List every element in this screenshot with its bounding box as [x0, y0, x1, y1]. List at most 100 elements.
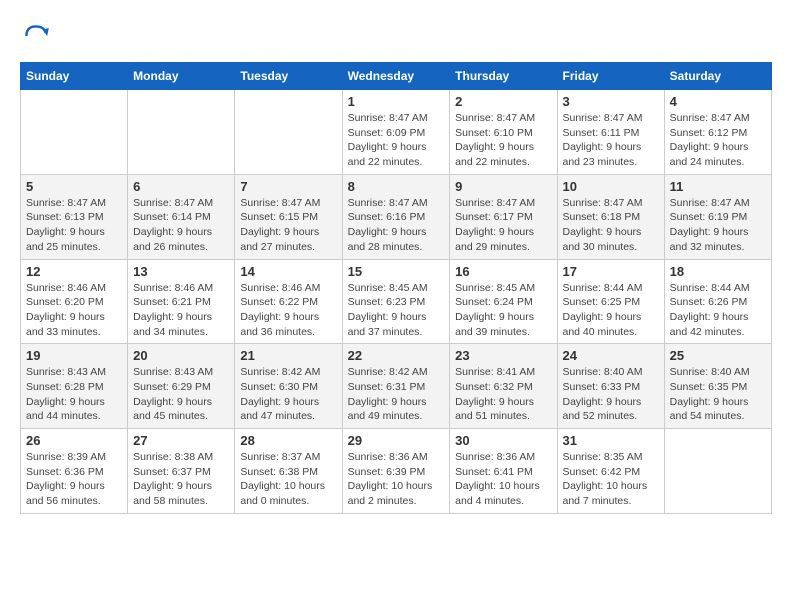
calendar-week-4: 19Sunrise: 8:43 AMSunset: 6:28 PMDayligh… — [21, 344, 772, 429]
col-friday: Friday — [557, 63, 664, 90]
calendar-cell: 25 Sunrise: 8:40 AMSunset: 6:35 PMDayligh… — [664, 344, 771, 429]
day-detail: Sunrise: 8:42 AMSunset: 6:30 PMDaylight:… — [240, 366, 320, 422]
calendar-body: 1Sunrise: 8:47 AMSunset: 6:09 PMDaylight… — [21, 90, 772, 514]
col-wednesday: Wednesday — [342, 63, 450, 90]
calendar-week-1: 1Sunrise: 8:47 AMSunset: 6:09 PMDaylight… — [21, 90, 772, 175]
day-detail: Sunrise: 8:38 AMSunset: 6:37 PMDaylight:… — [133, 451, 213, 507]
day-number: 1 — [348, 94, 445, 109]
calendar-cell: 2 Sunrise: 8:47 AMSunset: 6:10 PMDaylight… — [450, 90, 557, 175]
day-detail: Sunrise: 8:42 AMSunset: 6:31 PMDaylight:… — [348, 366, 428, 422]
calendar-cell: 20 Sunrise: 8:43 AMSunset: 6:29 PMDayligh… — [128, 344, 235, 429]
day-number: 13 — [133, 264, 229, 279]
day-number: 18 — [670, 264, 766, 279]
col-tuesday: Tuesday — [235, 63, 342, 90]
calendar-cell: 15Sunrise: 8:45 AMSunset: 6:23 PMDayligh… — [342, 259, 450, 344]
day-detail: Sunrise: 8:40 AMSunset: 6:35 PMDaylight:… — [670, 366, 750, 422]
col-thursday: Thursday — [450, 63, 557, 90]
calendar-cell: 24 Sunrise: 8:40 AMSunset: 6:33 PMDayligh… — [557, 344, 664, 429]
day-detail: Sunrise: 8:36 AMSunset: 6:39 PMDaylight:… — [348, 451, 433, 507]
calendar-cell: 22 Sunrise: 8:42 AMSunset: 6:31 PMDayligh… — [342, 344, 450, 429]
day-detail: Sunrise: 8:47 AMSunset: 6:14 PMDaylight:… — [133, 197, 213, 253]
calendar-week-2: 5 Sunrise: 8:47 AMSunset: 6:13 PMDaylight… — [21, 174, 772, 259]
day-number: 9 — [455, 179, 551, 194]
day-number: 6 — [133, 179, 229, 194]
day-detail: Sunrise: 8:35 AMSunset: 6:42 PMDaylight:… — [563, 451, 648, 507]
calendar-cell: 13 Sunrise: 8:46 AMSunset: 6:21 PMDayligh… — [128, 259, 235, 344]
day-detail: Sunrise: 8:39 AMSunset: 6:36 PMDaylight:… — [26, 451, 106, 507]
day-number: 27 — [133, 433, 229, 448]
calendar-cell — [21, 90, 128, 175]
calendar-cell — [235, 90, 342, 175]
calendar-cell — [128, 90, 235, 175]
day-detail: Sunrise: 8:46 AMSunset: 6:22 PMDaylight:… — [240, 282, 320, 338]
calendar-cell — [664, 429, 771, 514]
calendar-cell: 16 Sunrise: 8:45 AMSunset: 6:24 PMDayligh… — [450, 259, 557, 344]
calendar-week-5: 26 Sunrise: 8:39 AMSunset: 6:36 PMDayligh… — [21, 429, 772, 514]
day-number: 8 — [348, 179, 445, 194]
day-detail: Sunrise: 8:47 AMSunset: 6:13 PMDaylight:… — [26, 197, 106, 253]
day-number: 3 — [563, 94, 659, 109]
calendar-cell: 7Sunrise: 8:47 AMSunset: 6:15 PMDaylight… — [235, 174, 342, 259]
day-detail: Sunrise: 8:40 AMSunset: 6:33 PMDaylight:… — [563, 366, 643, 422]
calendar-cell: 4 Sunrise: 8:47 AMSunset: 6:12 PMDaylight… — [664, 90, 771, 175]
col-monday: Monday — [128, 63, 235, 90]
day-number: 25 — [670, 348, 766, 363]
day-number: 29 — [348, 433, 445, 448]
day-number: 10 — [563, 179, 659, 194]
day-detail: Sunrise: 8:47 AMSunset: 6:15 PMDaylight:… — [240, 197, 320, 253]
day-number: 5 — [26, 179, 122, 194]
day-number: 11 — [670, 179, 766, 194]
day-number: 20 — [133, 348, 229, 363]
logo — [20, 20, 56, 52]
calendar-cell: 9 Sunrise: 8:47 AMSunset: 6:17 PMDaylight… — [450, 174, 557, 259]
calendar-cell: 1Sunrise: 8:47 AMSunset: 6:09 PMDaylight… — [342, 90, 450, 175]
day-number: 22 — [348, 348, 445, 363]
day-number: 23 — [455, 348, 551, 363]
calendar-cell: 27 Sunrise: 8:38 AMSunset: 6:37 PMDayligh… — [128, 429, 235, 514]
calendar-cell: 10 Sunrise: 8:47 AMSunset: 6:18 PMDayligh… — [557, 174, 664, 259]
day-detail: Sunrise: 8:41 AMSunset: 6:32 PMDaylight:… — [455, 366, 535, 422]
calendar-cell: 3 Sunrise: 8:47 AMSunset: 6:11 PMDaylight… — [557, 90, 664, 175]
day-detail: Sunrise: 8:47 AMSunset: 6:11 PMDaylight:… — [563, 112, 643, 168]
day-detail: Sunrise: 8:47 AMSunset: 6:16 PMDaylight:… — [348, 197, 428, 253]
day-number: 19 — [26, 348, 122, 363]
calendar-cell: 18Sunrise: 8:44 AMSunset: 6:26 PMDayligh… — [664, 259, 771, 344]
day-number: 28 — [240, 433, 336, 448]
calendar-cell: 23 Sunrise: 8:41 AMSunset: 6:32 PMDayligh… — [450, 344, 557, 429]
page-header — [20, 20, 772, 52]
day-detail: Sunrise: 8:43 AMSunset: 6:29 PMDaylight:… — [133, 366, 213, 422]
day-number: 14 — [240, 264, 336, 279]
calendar-cell: 28 Sunrise: 8:37 AMSunset: 6:38 PMDayligh… — [235, 429, 342, 514]
day-number: 31 — [563, 433, 659, 448]
day-number: 2 — [455, 94, 551, 109]
calendar-table: Sunday Monday Tuesday Wednesday Thursday… — [20, 62, 772, 514]
day-number: 12 — [26, 264, 122, 279]
calendar-cell: 21Sunrise: 8:42 AMSunset: 6:30 PMDayligh… — [235, 344, 342, 429]
day-number: 30 — [455, 433, 551, 448]
calendar-cell: 26 Sunrise: 8:39 AMSunset: 6:36 PMDayligh… — [21, 429, 128, 514]
day-detail: Sunrise: 8:36 AMSunset: 6:41 PMDaylight:… — [455, 451, 540, 507]
day-detail: Sunrise: 8:47 AMSunset: 6:19 PMDaylight:… — [670, 197, 750, 253]
day-detail: Sunrise: 8:47 AMSunset: 6:18 PMDaylight:… — [563, 197, 643, 253]
calendar-cell: 5 Sunrise: 8:47 AMSunset: 6:13 PMDaylight… — [21, 174, 128, 259]
calendar-cell: 31 Sunrise: 8:35 AMSunset: 6:42 PMDayligh… — [557, 429, 664, 514]
day-detail: Sunrise: 8:47 AMSunset: 6:17 PMDaylight:… — [455, 197, 535, 253]
day-detail: Sunrise: 8:45 AMSunset: 6:24 PMDaylight:… — [455, 282, 535, 338]
calendar-cell: 12Sunrise: 8:46 AMSunset: 6:20 PMDayligh… — [21, 259, 128, 344]
logo-icon — [20, 20, 52, 52]
calendar-header-row: Sunday Monday Tuesday Wednesday Thursday… — [21, 63, 772, 90]
calendar-cell: 30 Sunrise: 8:36 AMSunset: 6:41 PMDayligh… — [450, 429, 557, 514]
calendar-cell: 11 Sunrise: 8:47 AMSunset: 6:19 PMDayligh… — [664, 174, 771, 259]
day-detail: Sunrise: 8:44 AMSunset: 6:25 PMDaylight:… — [563, 282, 643, 338]
day-number: 26 — [26, 433, 122, 448]
calendar-cell: 17Sunrise: 8:44 AMSunset: 6:25 PMDayligh… — [557, 259, 664, 344]
col-saturday: Saturday — [664, 63, 771, 90]
day-detail: Sunrise: 8:37 AMSunset: 6:38 PMDaylight:… — [240, 451, 325, 507]
day-detail: Sunrise: 8:47 AMSunset: 6:10 PMDaylight:… — [455, 112, 535, 168]
day-detail: Sunrise: 8:45 AMSunset: 6:23 PMDaylight:… — [348, 282, 428, 338]
day-number: 16 — [455, 264, 551, 279]
day-detail: Sunrise: 8:47 AMSunset: 6:12 PMDaylight:… — [670, 112, 750, 168]
day-number: 4 — [670, 94, 766, 109]
day-number: 24 — [563, 348, 659, 363]
day-detail: Sunrise: 8:46 AMSunset: 6:21 PMDaylight:… — [133, 282, 213, 338]
